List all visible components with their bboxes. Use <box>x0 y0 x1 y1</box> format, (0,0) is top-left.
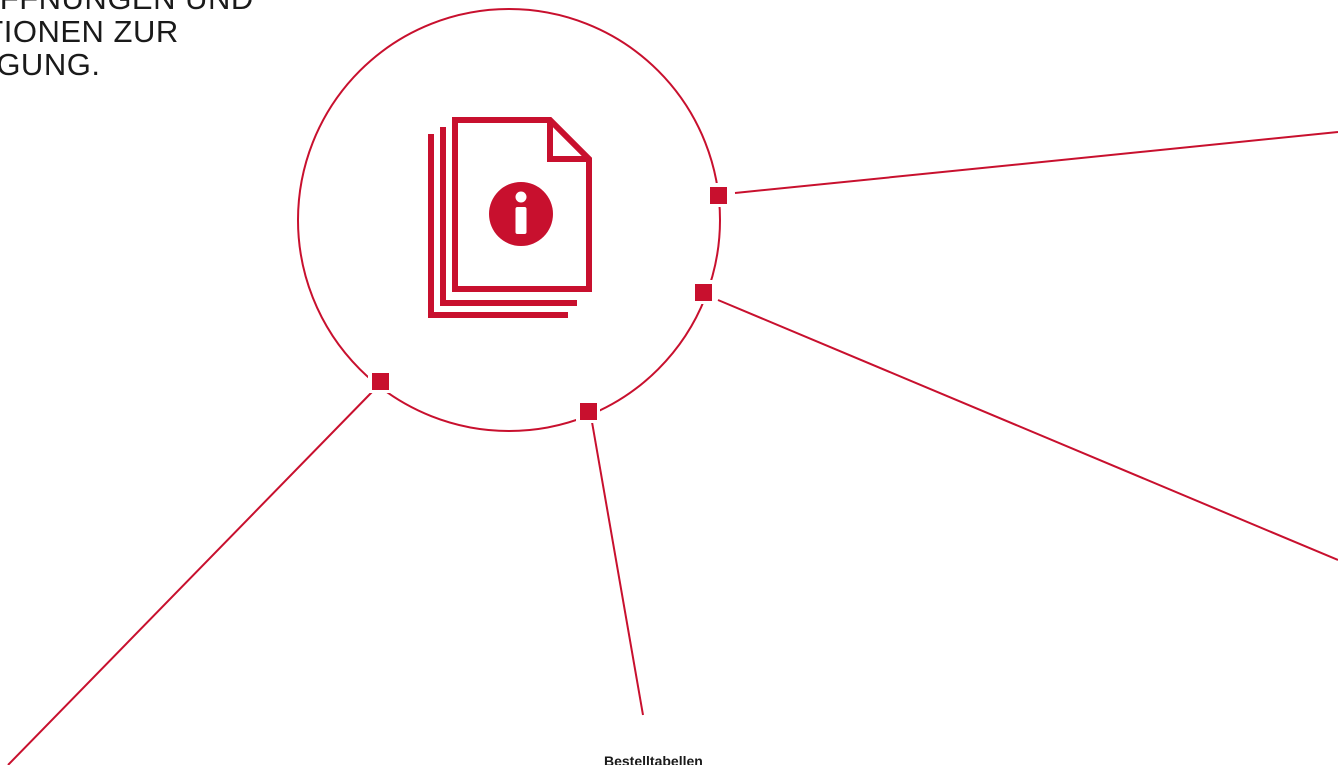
node-top-right[interactable] <box>710 187 727 204</box>
connector-line-right <box>717 299 1338 561</box>
connector-line-top-right <box>734 131 1338 194</box>
connector-line-bottom-left <box>7 391 373 765</box>
connector-diagram <box>7 8 1338 765</box>
info-dot <box>515 191 527 203</box>
info-stem <box>515 207 527 234</box>
bottom-node-label: Bestelltabellen <box>604 753 703 765</box>
node-bottom-left[interactable] <box>372 373 389 390</box>
node-right[interactable] <box>695 284 712 301</box>
node-bottom[interactable] <box>580 403 597 420</box>
diagram-stage: OPFFNUNGEN UND IKTIONEN ZUR FÜGUNG. <box>0 0 1338 765</box>
connector-line-bottom <box>591 421 644 716</box>
